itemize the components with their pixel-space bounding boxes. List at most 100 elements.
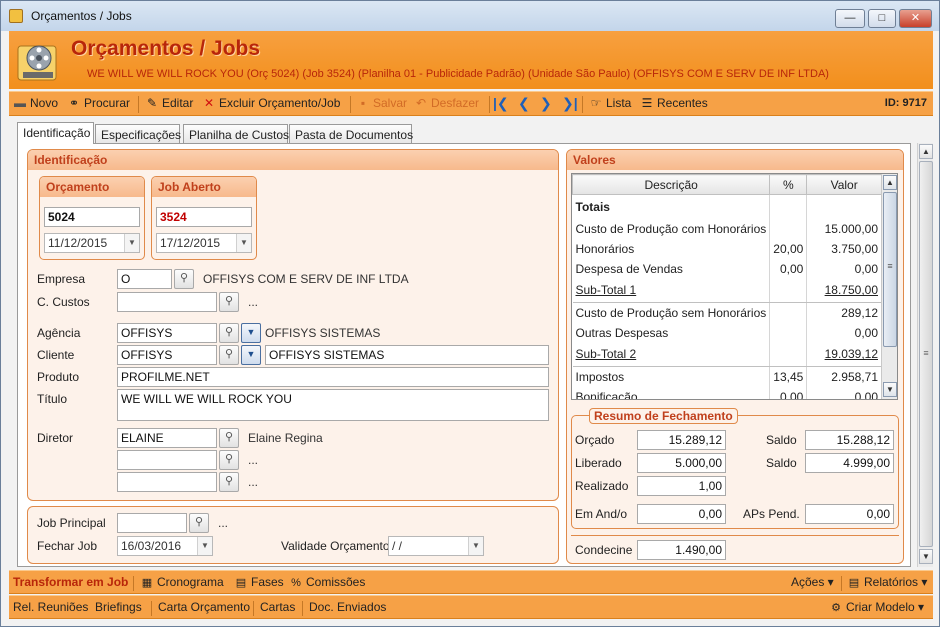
panel-scrollbar[interactable]: ▲ ≡ ▼: [917, 143, 933, 567]
titulo-textarea[interactable]: WE WILL WE WILL ROCK YOU: [117, 389, 549, 421]
job-principal-input[interactable]: [117, 513, 187, 533]
scroll-down-icon[interactable]: ▼: [919, 549, 933, 564]
prev-record-icon[interactable]: ❮: [518, 95, 530, 112]
diretor2-code-input[interactable]: [117, 450, 217, 470]
diretor3-code-input[interactable]: [117, 472, 217, 492]
excluir-button[interactable]: ✕ Excluir Orçamento/Job: [202, 96, 340, 110]
ccustos-code-input[interactable]: [117, 292, 217, 312]
col-header-descricao[interactable]: Descrição: [572, 174, 771, 195]
close-button[interactable]: ✕: [899, 9, 932, 28]
rel-reunioes-link[interactable]: Rel. Reuniões: [13, 600, 88, 614]
diretor2-search-icon[interactable]: ⚲: [219, 450, 239, 470]
diretor-code-input[interactable]: ELAINE: [117, 428, 217, 448]
chevron-down-icon[interactable]: ▼: [236, 234, 251, 252]
tab-identificacao[interactable]: Identificação: [17, 122, 94, 144]
saldo1-field[interactable]: 15.288,12: [805, 430, 894, 450]
cartas-link[interactable]: Cartas: [260, 600, 295, 614]
table-row[interactable]: Sub-Total 2 19.039,12: [572, 342, 882, 367]
aps-pend-field[interactable]: 0,00: [805, 504, 894, 524]
em-andamento-field[interactable]: 0,00: [637, 504, 726, 524]
diretor-search-icon[interactable]: ⚲: [219, 428, 239, 448]
agencia-dropdown-icon[interactable]: ▼: [241, 323, 261, 343]
chevron-down-icon[interactable]: ▼: [124, 234, 139, 252]
job-date-picker[interactable]: 17/12/2015 ▼: [156, 233, 252, 253]
tab-especificacoes[interactable]: Especificações: [95, 124, 181, 144]
scroll-thumb[interactable]: ≡: [919, 161, 933, 547]
ccustos-search-icon[interactable]: ⚲: [219, 292, 239, 312]
cliente-code-input[interactable]: OFFISYS: [117, 345, 217, 365]
table-row[interactable]: Sub-Total 1 18.750,00: [572, 278, 882, 303]
acoes-menu[interactable]: Ações ▾: [791, 575, 834, 589]
tab-planilha-custos[interactable]: Planilha de Custos: [183, 124, 289, 144]
criar-modelo-menu[interactable]: ⚙ Criar Modelo ▾: [829, 600, 924, 614]
liberado-field[interactable]: 5.000,00: [637, 453, 726, 473]
procurar-button[interactable]: ⚭ Procurar: [67, 96, 130, 110]
next-record-icon[interactable]: ❯: [540, 95, 552, 112]
scroll-down-icon[interactable]: ▼: [883, 382, 897, 397]
aps-pend-label: APs Pend.: [743, 507, 800, 521]
minimize-button[interactable]: —: [835, 9, 865, 28]
relatorios-menu[interactable]: ▤ Relatórios ▾: [847, 575, 928, 589]
diretor2-name: ...: [248, 453, 259, 467]
valores-table[interactable]: Descrição % Valor Totais Custo de Produçã…: [571, 173, 898, 400]
orcado-field[interactable]: 15.289,12: [637, 430, 726, 450]
valores-scrollbar[interactable]: ▲ ≡ ▼: [881, 174, 897, 399]
table-row[interactable]: Honorários 20,00 3.750,00: [572, 238, 882, 259]
table-row[interactable]: Custo de Produção com Honorários 15.000,0…: [572, 218, 882, 239]
condecine-field[interactable]: 1.490,00: [637, 540, 726, 560]
doc-enviados-link[interactable]: Doc. Enviados: [309, 600, 386, 614]
empresa-code-input[interactable]: O: [117, 269, 172, 289]
fases-button[interactable]: ▤ Fases: [234, 575, 284, 589]
lista-button[interactable]: ☞ Lista: [589, 96, 632, 110]
scroll-up-icon[interactable]: ▲: [883, 175, 897, 190]
carta-orcamento-link[interactable]: Carta Orçamento: [158, 600, 250, 614]
cronograma-button[interactable]: ▦ Cronograma: [140, 575, 224, 589]
transformar-em-job-button[interactable]: Transformar em Job: [13, 575, 128, 589]
tab-pasta-documentos[interactable]: Pasta de Documentos: [289, 124, 413, 144]
job-number-field[interactable]: 3524: [156, 207, 252, 227]
job-principal-search-icon[interactable]: ⚲: [189, 513, 209, 533]
diretor3-search-icon[interactable]: ⚲: [219, 472, 239, 492]
cell-pct: 20,00: [769, 238, 808, 259]
last-record-icon[interactable]: ❯|: [562, 95, 578, 112]
cell-valor: 0,00: [806, 258, 882, 279]
fechar-job-date-value: 16/03/2016: [121, 539, 182, 553]
ccustos-label: C. Custos: [37, 295, 90, 309]
first-record-icon[interactable]: |❮: [493, 95, 509, 112]
cliente-search-icon[interactable]: ⚲: [219, 345, 239, 365]
col-header-valor[interactable]: Valor: [806, 174, 882, 195]
table-row[interactable]: Totais: [572, 194, 882, 219]
realizado-field[interactable]: 1,00: [637, 476, 726, 496]
empresa-search-icon[interactable]: ⚲: [174, 269, 194, 289]
agencia-code-input[interactable]: OFFISYS: [117, 323, 217, 343]
novo-button[interactable]: ▬ Novo: [13, 96, 58, 110]
orcamento-date-picker[interactable]: 11/12/2015 ▼: [44, 233, 140, 253]
table-row[interactable]: Impostos 13,45 2.958,71: [572, 366, 882, 387]
desfazer-button[interactable]: ↶ Desfazer: [414, 96, 479, 110]
chevron-down-icon[interactable]: ▼: [468, 537, 483, 555]
chevron-down-icon[interactable]: ▼: [197, 537, 212, 555]
agencia-search-icon[interactable]: ⚲: [219, 323, 239, 343]
table-row[interactable]: Custo de Produção sem Honorários 289,12: [572, 302, 882, 323]
table-row[interactable]: Outras Despesas 0,00: [572, 322, 882, 343]
scroll-up-icon[interactable]: ▲: [919, 144, 933, 159]
cliente-dropdown-icon[interactable]: ▼: [241, 345, 261, 365]
scroll-thumb[interactable]: ≡: [883, 192, 897, 347]
table-row[interactable]: Bonificação 0,00 0,00: [572, 386, 882, 399]
comissoes-button[interactable]: % Comissões: [289, 575, 365, 589]
orcamento-number-field[interactable]: 5024: [44, 207, 140, 227]
cell-pct: [769, 278, 808, 303]
cliente-name-field[interactable]: OFFISYS SISTEMAS: [265, 345, 549, 365]
col-header-pct[interactable]: %: [769, 174, 808, 195]
recentes-button[interactable]: ☰ Recentes: [640, 96, 708, 110]
maximize-button[interactable]: □: [868, 9, 896, 28]
produto-input[interactable]: PROFILME.NET: [117, 367, 549, 387]
fechar-job-date-picker[interactable]: 16/03/2016 ▼: [117, 536, 213, 556]
salvar-button[interactable]: ▪ Salvar: [356, 96, 407, 110]
briefings-link[interactable]: Briefings: [95, 600, 142, 614]
editar-label: Editar: [162, 96, 194, 110]
validade-date-picker[interactable]: / / ▼: [388, 536, 484, 556]
editar-button[interactable]: ✎ Editar: [145, 96, 193, 110]
table-row[interactable]: Despesa de Vendas 0,00 0,00: [572, 258, 882, 279]
saldo2-field[interactable]: 4.999,00: [805, 453, 894, 473]
